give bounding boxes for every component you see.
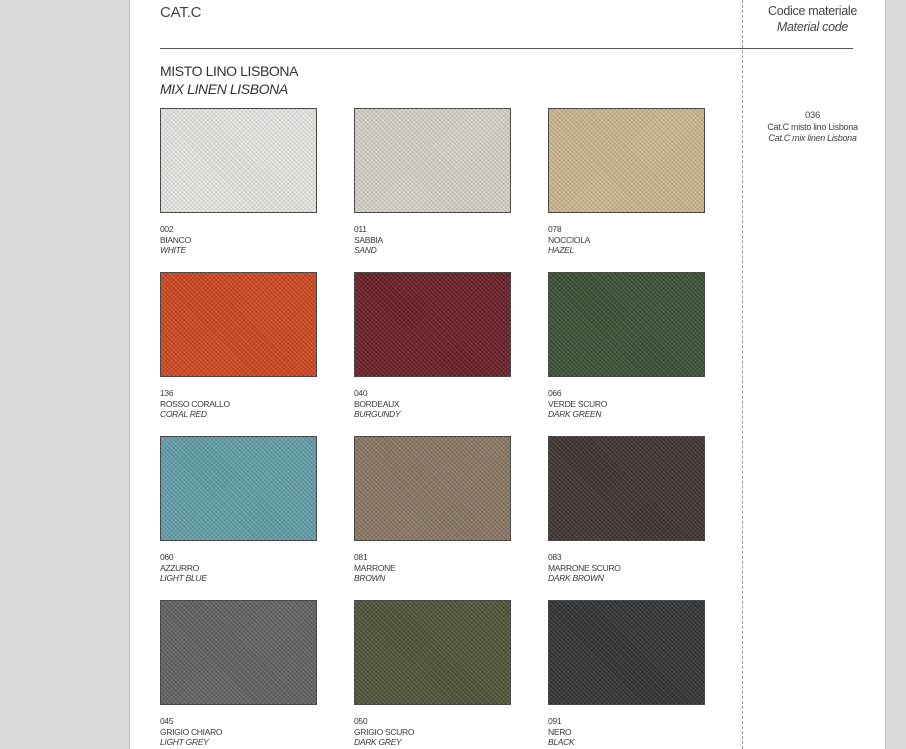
material-code-number: 036 bbox=[805, 110, 820, 121]
swatch-name-en: BROWN bbox=[354, 573, 386, 583]
swatch-label: 060 AZZURRO LIGHT BLUE bbox=[160, 552, 318, 584]
swatch-label: 011 SABBIA SAND bbox=[354, 224, 512, 256]
swatch-name: ROSSO CORALLO bbox=[160, 398, 230, 409]
swatch-label: 083 MARRONE SCURO DARK BROWN bbox=[548, 552, 706, 584]
material-code-name: Cat.C misto lino Lisbona bbox=[767, 122, 858, 132]
fabric-swatch bbox=[548, 108, 705, 213]
swatch-label: 078 NOCCIOLA HAZEL bbox=[548, 224, 706, 256]
fabric-swatch bbox=[548, 272, 705, 377]
swatch-name: MARRONE bbox=[354, 562, 396, 573]
swatch-label: 066 VERDE SCURO DARK GREEN bbox=[548, 388, 706, 420]
fabric-swatch bbox=[160, 108, 317, 213]
section-title: MISTO LINO LISBONA bbox=[160, 63, 299, 79]
material-code-title-en: Material code bbox=[776, 20, 849, 34]
fabric-swatch bbox=[354, 600, 511, 705]
swatch-name-en: CORAL RED bbox=[160, 409, 207, 419]
swatch-item[interactable]: 011 SABBIA SAND bbox=[354, 108, 512, 256]
swatch-code: 083 bbox=[548, 552, 562, 562]
swatch-item[interactable]: 040 BORDEAUX BURGUNDY bbox=[354, 272, 512, 420]
swatch-item[interactable]: 045 GRIGIO CHIARO LIGHT GREY bbox=[160, 600, 318, 748]
section-title-en: MIX LINEN LISBONA bbox=[160, 81, 288, 97]
swatch-name-en: LIGHT GREY bbox=[160, 737, 209, 747]
swatch-name: GRIGIO SCURO bbox=[354, 726, 415, 737]
material-code-name-en: Cat.C mix linen Lisbona bbox=[768, 133, 857, 143]
swatch-item[interactable]: 083 MARRONE SCURO DARK BROWN bbox=[548, 436, 706, 584]
material-code-header: Codice materiale Material code bbox=[742, 3, 883, 35]
swatch-name-en: HAZEL bbox=[548, 245, 574, 255]
swatch-item[interactable]: 081 MARRONE BROWN bbox=[354, 436, 512, 584]
fabric-swatch bbox=[160, 436, 317, 541]
swatch-name-en: DARK BROWN bbox=[548, 573, 604, 583]
swatch-code: 066 bbox=[548, 388, 562, 398]
section-title-block: MISTO LINO LISBONA MIX LINEN LISBONA bbox=[160, 62, 298, 98]
swatch-item[interactable]: 066 VERDE SCURO DARK GREEN bbox=[548, 272, 706, 420]
swatch-name-en: SAND bbox=[354, 245, 377, 255]
swatch-label: 091 NERO BLACK bbox=[548, 716, 706, 748]
category-label: CAT.C bbox=[160, 4, 202, 21]
swatch-name: AZZURRO bbox=[160, 562, 199, 573]
fabric-swatch bbox=[160, 272, 317, 377]
swatch-item[interactable]: 050 GRIGIO SCURO DARK GREY bbox=[354, 600, 512, 748]
swatch-name-en: BLACK bbox=[548, 737, 575, 747]
swatch-name-en: LIGHT BLUE bbox=[160, 573, 207, 583]
swatch-code: 078 bbox=[548, 224, 562, 234]
swatch-label: 081 MARRONE BROWN bbox=[354, 552, 512, 584]
swatch-label: 002 BIANCO WHITE bbox=[160, 224, 318, 256]
swatch-code: 002 bbox=[160, 224, 174, 234]
swatch-name-en: BURGUNDY bbox=[354, 409, 401, 419]
swatch-item[interactable]: 002 BIANCO WHITE bbox=[160, 108, 318, 256]
material-code-title: Codice materiale bbox=[768, 4, 857, 18]
swatch-code: 040 bbox=[354, 388, 368, 398]
swatch-name-en: WHITE bbox=[160, 245, 186, 255]
swatch-item[interactable]: 136 ROSSO CORALLO CORAL RED bbox=[160, 272, 318, 420]
swatch-code: 136 bbox=[160, 388, 174, 398]
swatch-name: VERDE SCURO bbox=[548, 398, 608, 409]
catalog-page: CAT.C Codice materiale Material code MIS… bbox=[129, 0, 886, 749]
swatch-name: NOCCIOLA bbox=[548, 234, 590, 245]
fabric-swatch bbox=[354, 272, 511, 377]
fabric-swatch bbox=[160, 600, 317, 705]
swatch-name: NERO bbox=[548, 726, 572, 737]
swatch-name: GRIGIO CHIARO bbox=[160, 726, 223, 737]
swatch-code: 011 bbox=[354, 224, 367, 234]
swatch-label: 136 ROSSO CORALLO CORAL RED bbox=[160, 388, 318, 420]
swatch-code: 045 bbox=[160, 716, 174, 726]
swatch-name: MARRONE SCURO bbox=[548, 562, 621, 573]
swatch-code: 091 bbox=[548, 716, 562, 726]
material-code-entry: 036 Cat.C misto lino Lisbona Cat.C mix l… bbox=[742, 110, 883, 144]
fabric-swatch bbox=[548, 436, 705, 541]
swatch-name-en: DARK GREEN bbox=[548, 409, 602, 419]
fabric-swatch bbox=[548, 600, 705, 705]
swatch-item[interactable]: 091 NERO BLACK bbox=[548, 600, 706, 748]
swatch-name-en: DARK GREY bbox=[354, 737, 402, 747]
swatch-label: 040 BORDEAUX BURGUNDY bbox=[354, 388, 512, 420]
swatch-name: BORDEAUX bbox=[354, 398, 400, 409]
swatch-label: 050 GRIGIO SCURO DARK GREY bbox=[354, 716, 512, 748]
swatch-code: 050 bbox=[354, 716, 368, 726]
swatch-name: BIANCO bbox=[160, 234, 191, 245]
fabric-swatch bbox=[354, 108, 511, 213]
swatch-code: 081 bbox=[354, 552, 368, 562]
swatch-code: 060 bbox=[160, 552, 174, 562]
header-divider bbox=[160, 48, 853, 49]
swatch-label: 045 GRIGIO CHIARO LIGHT GREY bbox=[160, 716, 318, 748]
fabric-swatch bbox=[354, 436, 511, 541]
swatch-item[interactable]: 060 AZZURRO LIGHT BLUE bbox=[160, 436, 318, 584]
swatch-name: SABBIA bbox=[354, 234, 383, 245]
swatch-item[interactable]: 078 NOCCIOLA HAZEL bbox=[548, 108, 706, 256]
